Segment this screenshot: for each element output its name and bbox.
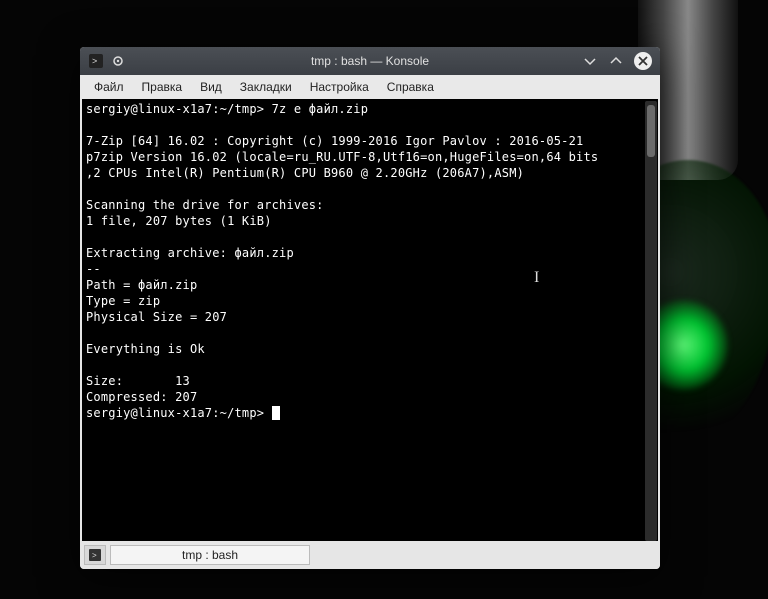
window-title: tmp : bash — Konsole (80, 54, 660, 68)
titlebar[interactable]: > tmp : bash — Konsole (80, 47, 660, 75)
menubar: Файл Правка Вид Закладки Настройка Справ… (80, 75, 660, 99)
text-cursor-icon: I (534, 269, 539, 287)
close-button[interactable] (634, 52, 652, 70)
new-tab-button[interactable]: > (84, 545, 106, 565)
tab-1[interactable]: tmp : bash (110, 545, 310, 565)
tabbar: > tmp : bash (80, 543, 660, 569)
prompt-cursor (272, 406, 280, 420)
menu-settings[interactable]: Настройка (302, 78, 377, 96)
maximize-button[interactable] (608, 53, 624, 69)
svg-text:>: > (92, 56, 97, 66)
menu-file[interactable]: Файл (86, 78, 132, 96)
menu-edit[interactable]: Правка (134, 78, 191, 96)
pin-icon[interactable] (110, 53, 126, 69)
scrollbar-thumb[interactable] (647, 105, 655, 157)
konsole-window: > tmp : bash — Konsole Файл Правка Вид З… (80, 47, 660, 569)
svg-text:>: > (92, 551, 97, 560)
terminal-area: sergiy@linux-x1a7:~/tmp> 7z e файл.zip 7… (80, 99, 660, 543)
tab-label: tmp : bash (182, 548, 238, 562)
terminal-app-icon: > (88, 53, 104, 69)
terminal[interactable]: sergiy@linux-x1a7:~/tmp> 7z e файл.zip 7… (82, 99, 658, 541)
menu-bookmarks[interactable]: Закладки (232, 78, 300, 96)
menu-help[interactable]: Справка (379, 78, 442, 96)
minimize-button[interactable] (582, 53, 598, 69)
menu-view[interactable]: Вид (192, 78, 230, 96)
terminal-scrollbar[interactable] (645, 101, 657, 541)
